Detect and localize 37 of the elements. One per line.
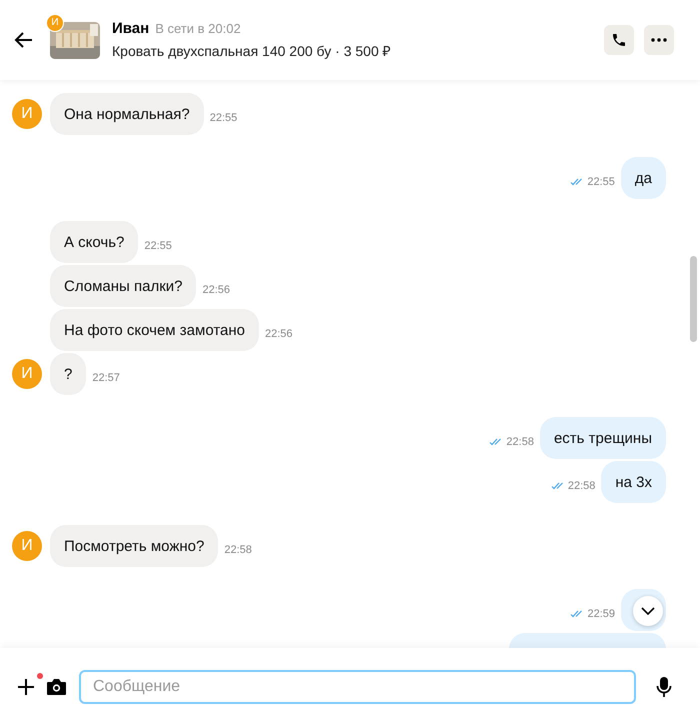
message-time: 22:58 (506, 436, 534, 448)
message-time: 22:56 (202, 284, 230, 296)
phone-icon (611, 32, 627, 48)
more-button[interactable] (644, 25, 674, 55)
attach-button[interactable] (16, 676, 36, 696)
message-time: 22:55 (144, 240, 172, 252)
chevron-down-icon (641, 607, 655, 615)
message-time: 22:57 (92, 372, 120, 384)
message-bubble: на 3х (601, 461, 666, 503)
avatar-badge: И (46, 14, 64, 32)
more-icon (651, 38, 667, 42)
message-bubble: да (620, 157, 666, 199)
message-bubble: ? (50, 353, 86, 395)
message-bubble: есть трещины (540, 417, 666, 459)
message-bubble: На фото скочем замотано (50, 309, 260, 351)
contact-name: Иван (112, 20, 150, 37)
avatar: И (12, 99, 42, 129)
message-time: 22:55 (210, 112, 238, 124)
message-input[interactable]: Сообщение (79, 670, 636, 704)
avatar: И (12, 359, 42, 389)
microphone-button[interactable] (656, 676, 672, 698)
message-time: 22:55 (587, 176, 615, 188)
message-time: 22:56 (265, 328, 293, 340)
message-time: 22:58 (224, 544, 252, 556)
back-button[interactable] (14, 30, 34, 50)
camera-button[interactable] (46, 678, 67, 696)
scrollbar-thumb[interactable] (690, 256, 697, 342)
message-bubble: Сломаны палки? (50, 265, 196, 307)
avatar: И (12, 531, 42, 561)
call-button[interactable] (604, 25, 634, 55)
message-bubble: А скочь? (50, 221, 138, 263)
message-time: 22:58 (568, 480, 596, 492)
listing-title[interactable]: Кровать двухспальная 140 200 бу · 3 500 ₽ (112, 41, 592, 60)
message-bubble: Посмотреть можно? (50, 525, 218, 567)
message-time: 22:59 (587, 608, 615, 620)
online-status: В сети в 20:02 (155, 21, 241, 36)
message-bubble: Она нормальная? (50, 93, 204, 135)
